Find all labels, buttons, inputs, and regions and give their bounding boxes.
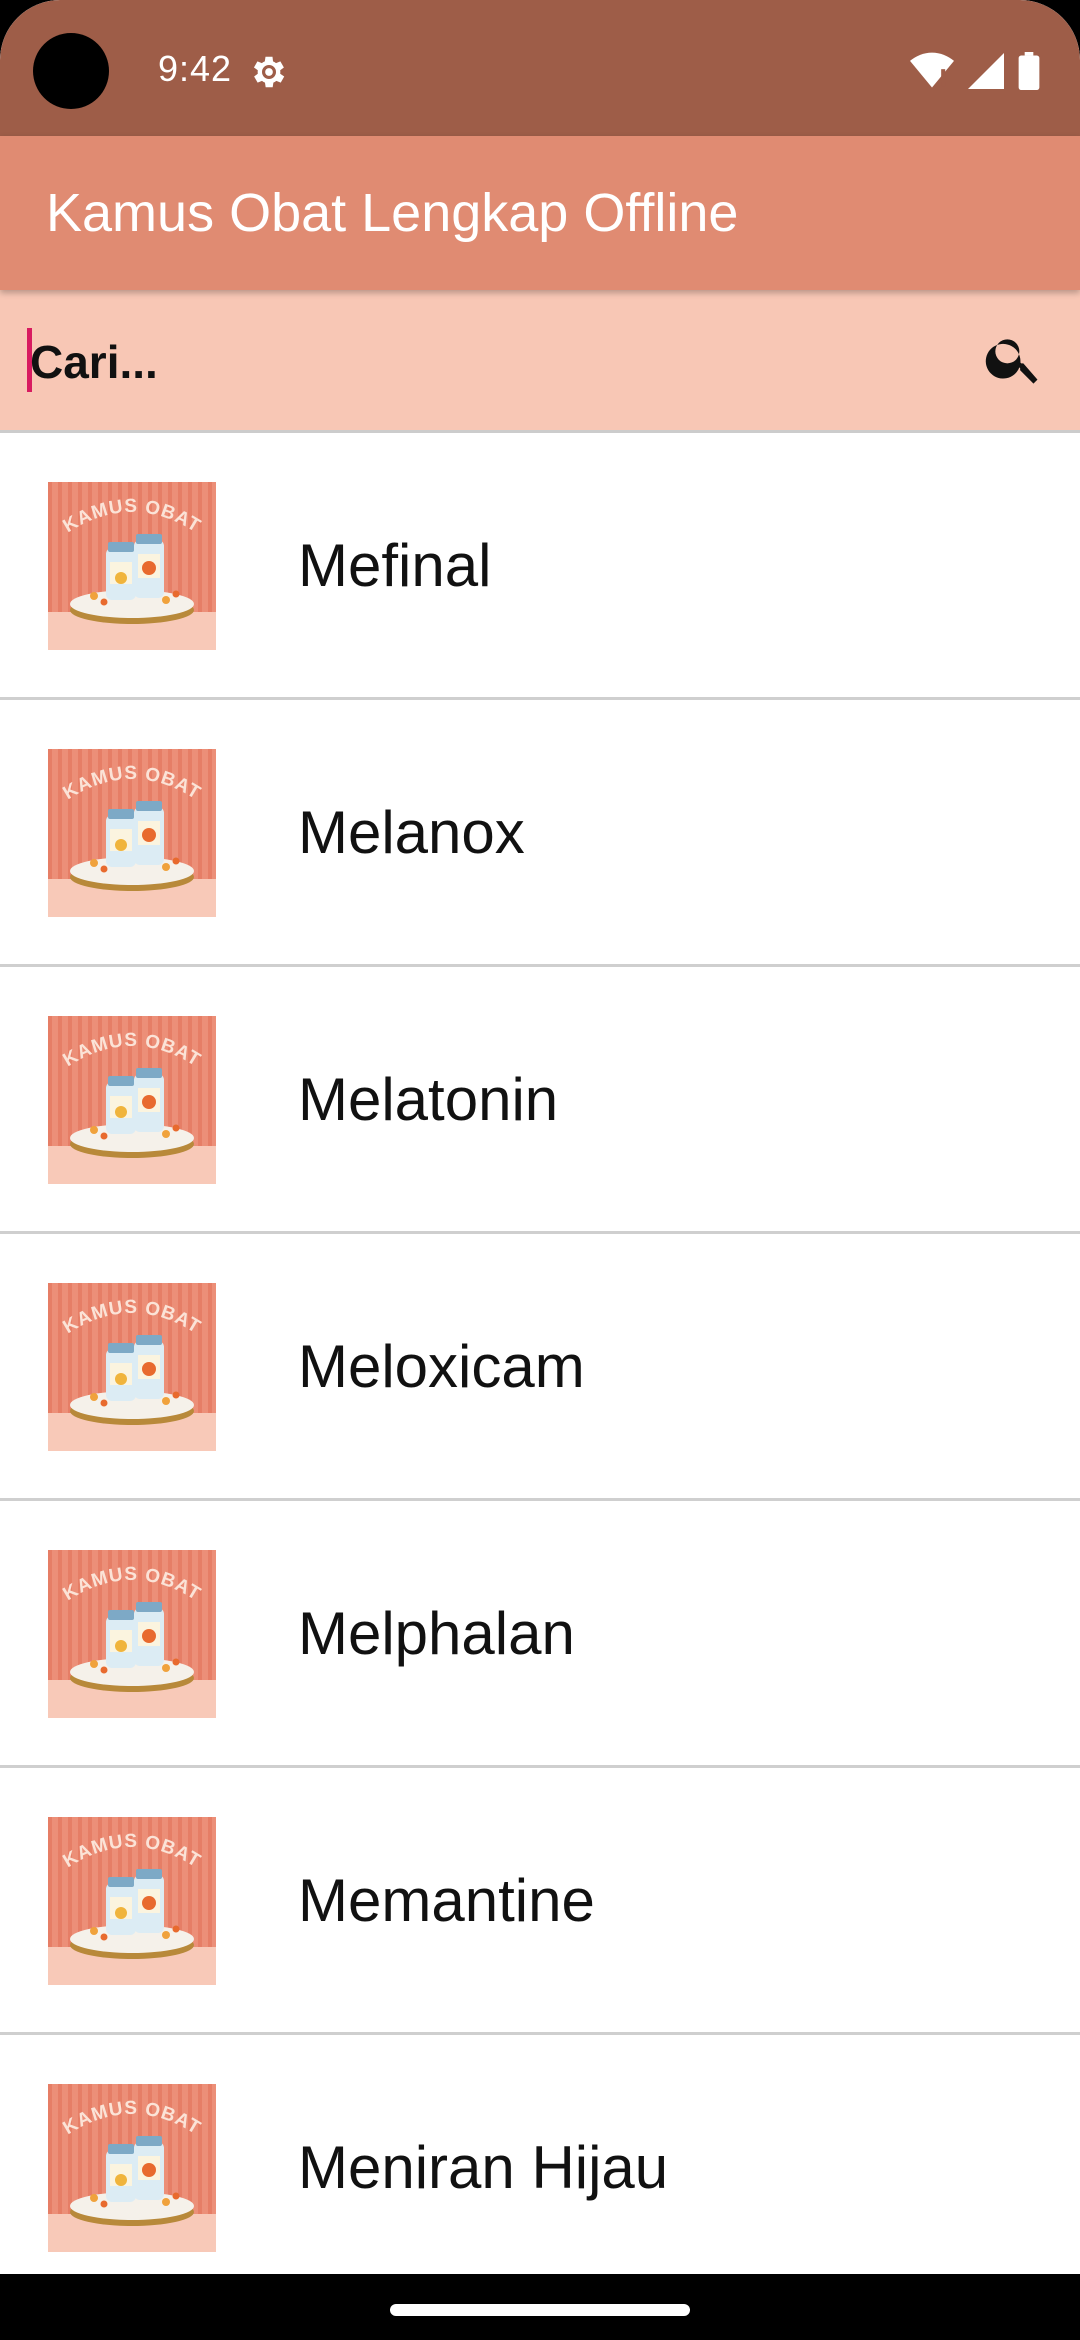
battery-icon [1018,52,1040,90]
list-item[interactable]: KAMUS OBAT Meloxicam [0,1234,1080,1501]
kamus-obat-thumbnail: KAMUS OBAT [48,1016,216,1184]
list-item[interactable]: KAMUS OBAT Melanox [0,700,1080,967]
kamus-obat-thumbnail: KAMUS OBAT [48,1550,216,1718]
settings-gear-icon [253,56,285,88]
app-bar: Kamus Obat Lengkap Offline [0,136,1080,290]
screen: 9:42 Kamus Obat Lengkap Offline Cari... … [0,0,1080,2340]
list-item[interactable]: KAMUS OBAT Mefinal [0,433,1080,700]
medicine-list: KAMUS OBAT Mefinal KAMUS OBAT Melanox KA… [0,430,1080,2274]
list-item[interactable]: KAMUS OBAT Memantine [0,1768,1080,2035]
navigation-bar [0,2274,1080,2340]
medicine-name: Melatonin [298,1065,559,1133]
kamus-obat-thumbnail: KAMUS OBAT [48,1283,216,1451]
list-item[interactable]: KAMUS OBAT Melatonin [0,967,1080,1234]
status-icons [910,48,1040,94]
medicine-name: Melphalan [298,1599,575,1667]
status-time: 9:42 [158,48,233,89]
kamus-obat-thumbnail: KAMUS OBAT [48,1817,216,1985]
medicine-name: Mefinal [298,531,492,599]
list-item[interactable]: KAMUS OBAT Meniran Hijau [0,2035,1080,2274]
kamus-obat-thumbnail: KAMUS OBAT [48,749,216,917]
medicine-name: Memantine [298,1866,595,1934]
wifi-icon [910,52,954,88]
status-bar: 9:42 [0,0,1080,136]
list-item[interactable]: KAMUS OBAT Melphalan [0,1501,1080,1768]
search-input[interactable]: Cari... [30,332,930,392]
medicine-name: Meniran Hijau [298,2133,669,2201]
signal-icon [968,53,1004,89]
search-icon[interactable] [982,326,1046,390]
kamus-obat-thumbnail: KAMUS OBAT [48,482,216,650]
kamus-obat-thumbnail: KAMUS OBAT [48,2084,216,2252]
search-bar: Cari... [0,290,1080,430]
home-gesture-handle[interactable] [390,2304,690,2316]
medicine-name: Meloxicam [298,1332,585,1400]
camera-cutout [33,33,109,109]
app-title: Kamus Obat Lengkap Offline [46,183,739,243]
medicine-name: Melanox [298,798,525,866]
